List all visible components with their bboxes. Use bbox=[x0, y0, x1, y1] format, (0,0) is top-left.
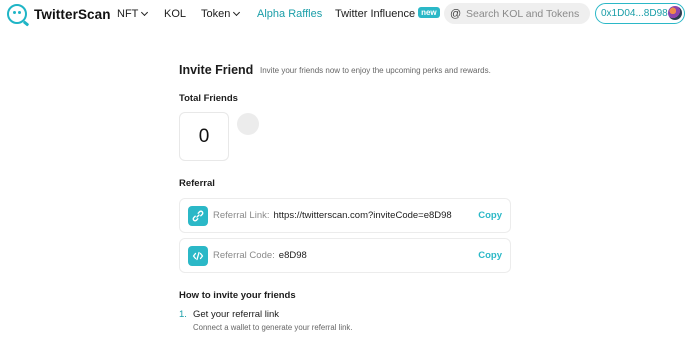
brand-logo[interactable]: TwitterScan bbox=[7, 4, 111, 24]
link-icon bbox=[188, 205, 208, 226]
search-box[interactable]: @ bbox=[444, 3, 590, 24]
total-friends-count: 0 bbox=[179, 112, 229, 161]
wallet-button[interactable]: 0x1D04...8D98 bbox=[595, 3, 685, 24]
search-input[interactable] bbox=[466, 7, 586, 20]
how-to-label: How to invite your friends bbox=[179, 290, 296, 301]
referral-link-value: https://twitterscan.com?inviteCode=e8D98 bbox=[273, 210, 452, 221]
step-description: Connect a wallet to generate your referr… bbox=[193, 323, 353, 332]
nav-item-nft[interactable]: NFT bbox=[117, 8, 149, 20]
friends-avatar-placeholder bbox=[237, 113, 259, 135]
referral-code-row: Referral Code: e8D98 Copy bbox=[179, 238, 511, 273]
page-title: Invite Friend bbox=[179, 63, 254, 77]
at-icon: @ bbox=[450, 7, 462, 20]
copy-code-button[interactable]: Copy bbox=[478, 250, 502, 261]
referral-link-label: Referral Link: bbox=[213, 210, 270, 221]
referral-link-row: Referral Link: https://twitterscan.com?i… bbox=[179, 198, 511, 233]
referral-code-value: e8D98 bbox=[278, 250, 307, 261]
nav-item-kol[interactable]: KOL bbox=[164, 8, 186, 20]
chevron-down-icon bbox=[141, 8, 149, 16]
copy-link-button[interactable]: Copy bbox=[478, 210, 502, 221]
code-icon bbox=[188, 245, 208, 266]
step-title: Get your referral link bbox=[193, 309, 280, 320]
page-subtitle: Invite your friends now to enjoy the upc… bbox=[260, 66, 491, 75]
total-friends-label: Total Friends bbox=[179, 93, 238, 104]
new-badge: new bbox=[418, 6, 440, 18]
nav-item-twitter-influence[interactable]: Twitter Influence new bbox=[335, 6, 440, 20]
step-number: 1. bbox=[179, 309, 187, 320]
twitterscan-logo-icon bbox=[7, 4, 27, 24]
brand-name: TwitterScan bbox=[34, 6, 111, 22]
nav-item-alpha-raffles[interactable]: Alpha Raffles bbox=[257, 8, 322, 20]
top-nav: TwitterScan NFT KOL Token Alpha Raffles … bbox=[0, 0, 700, 29]
referral-label: Referral bbox=[179, 178, 215, 189]
avatar bbox=[668, 6, 682, 20]
wallet-address: 0x1D04...8D98 bbox=[601, 8, 668, 19]
referral-code-label: Referral Code: bbox=[213, 250, 275, 261]
chevron-down-icon bbox=[233, 8, 241, 16]
nav-item-token[interactable]: Token bbox=[201, 8, 241, 20]
step-item: 1. Get your referral link Connect a wall… bbox=[179, 309, 353, 332]
